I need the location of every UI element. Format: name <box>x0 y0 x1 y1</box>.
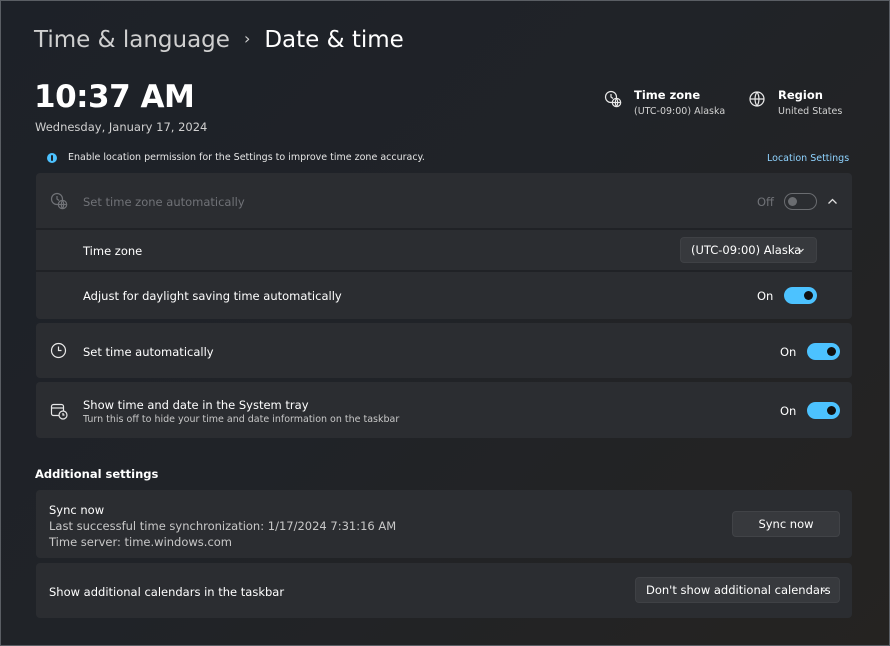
sync-now-button[interactable]: Sync now <box>732 511 840 537</box>
time-zone-icon <box>604 90 622 108</box>
time-server-text: Time server: time.windows.com <box>49 535 233 549</box>
system-tray-description: Turn this off to hide your time and date… <box>83 414 400 425</box>
system-tray-toggle[interactable] <box>807 402 840 419</box>
header-time-zone-value: (UTC-09:00) Alaska <box>634 106 726 117</box>
breadcrumb-separator-icon: › <box>243 28 251 48</box>
divider <box>36 270 852 272</box>
header-region[interactable]: Region United States <box>748 88 842 117</box>
set-time-auto-label: Set time automatically <box>83 345 214 359</box>
current-date: Wednesday, January 17, 2024 <box>35 120 208 134</box>
chevron-up-icon[interactable] <box>827 196 838 207</box>
calendars-label: Show additional calendars in the taskbar <box>49 585 285 599</box>
time-zone-row-label: Time zone <box>83 244 143 258</box>
info-icon <box>47 152 57 163</box>
location-notice-text: Enable location permission for the Setti… <box>68 152 425 163</box>
set-time-auto-card: Set time automatically On <box>36 323 852 378</box>
location-settings-link[interactable]: Location Settings <box>767 153 849 164</box>
settings-window: Time & language › Date & time 10:37 AM W… <box>0 0 890 646</box>
header-region-value: United States <box>778 106 843 117</box>
auto-timezone-label: Set time zone automatically <box>83 195 245 209</box>
dst-row-label: Adjust for daylight saving time automati… <box>83 289 342 303</box>
sync-label: Sync now <box>49 503 105 517</box>
location-notice: Enable location permission for the Setti… <box>47 152 425 163</box>
globe-icon <box>748 90 766 108</box>
auto-timezone-toggle[interactable] <box>784 193 817 210</box>
set-time-auto-state: On <box>780 345 797 359</box>
dst-toggle[interactable] <box>784 287 817 304</box>
sync-card: Sync now Last successful time synchroniz… <box>36 490 852 558</box>
last-sync-text: Last successful time synchronization: 1/… <box>49 519 397 533</box>
breadcrumb-parent[interactable]: Time & language <box>34 27 230 53</box>
time-zone-icon <box>50 192 68 210</box>
system-tray-label: Show time and date in the System tray <box>83 398 309 412</box>
clock-icon <box>50 342 67 359</box>
divider <box>36 228 852 230</box>
auto-timezone-group: Set time zone automatically Off Time zon… <box>36 173 852 319</box>
current-time: 10:37 AM <box>34 79 195 115</box>
system-tray-state: On <box>780 404 797 418</box>
breadcrumb: Time & language › Date & time <box>34 27 404 53</box>
system-tray-card: Show time and date in the System tray Tu… <box>36 382 852 438</box>
page-title: Date & time <box>264 27 404 53</box>
time-zone-dropdown-value: (UTC-09:00) Alaska <box>691 243 802 257</box>
header-region-label: Region <box>778 88 823 102</box>
time-zone-dropdown[interactable]: (UTC-09:00) Alaska <box>680 237 817 263</box>
chevron-down-icon <box>819 585 829 595</box>
calendars-dropdown-value: Don't show additional calendars <box>646 583 831 597</box>
calendars-dropdown[interactable]: Don't show additional calendars <box>635 577 840 603</box>
dst-state: On <box>757 289 774 303</box>
header-time-zone-label: Time zone <box>634 88 701 102</box>
chevron-down-icon <box>796 245 806 255</box>
additional-settings-title: Additional settings <box>35 467 159 481</box>
calendar-clock-icon <box>50 402 68 420</box>
calendars-card: Show additional calendars in the taskbar… <box>36 563 852 618</box>
header-time-zone[interactable]: Time zone (UTC-09:00) Alaska <box>604 88 725 117</box>
auto-timezone-state: Off <box>757 195 774 209</box>
set-time-auto-toggle[interactable] <box>807 343 840 360</box>
